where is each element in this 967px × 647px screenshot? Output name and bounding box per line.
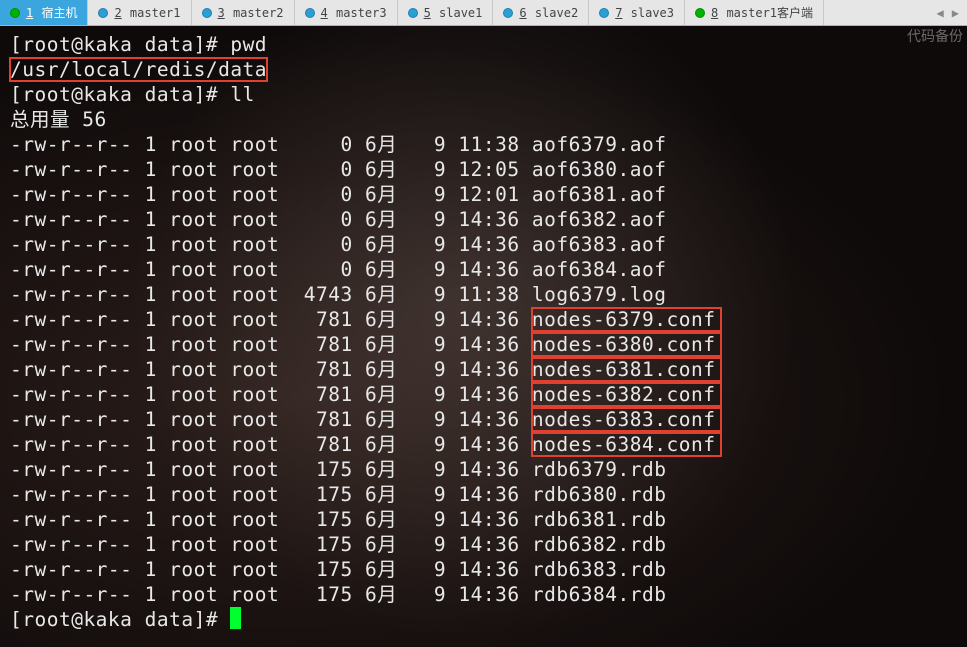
ls-row: -rw-r--r-- 1 root root 0 6月 9 14:36 aof6… bbox=[10, 207, 959, 232]
ls-row: -rw-r--r-- 1 root root 781 6月 9 14:36 no… bbox=[10, 382, 959, 407]
tabs-scroll-left-icon[interactable]: ◀ bbox=[937, 6, 944, 20]
status-dot-icon bbox=[408, 8, 418, 18]
tab-slave1[interactable]: 5 slave1 bbox=[398, 0, 494, 25]
total-line: 总用量 56 bbox=[10, 107, 959, 132]
prompt-line-active: [root@kaka data]# bbox=[10, 607, 959, 632]
cwd-line: /usr/local/redis/data bbox=[10, 57, 959, 82]
ls-row: -rw-r--r-- 1 root root 175 6月 9 14:36 rd… bbox=[10, 507, 959, 532]
ls-row: -rw-r--r-- 1 root root 175 6月 9 14:36 rd… bbox=[10, 457, 959, 482]
tab-bar: 1 宿主机 2 master1 3 master2 4 master3 5 slave1… bbox=[0, 0, 967, 26]
file-name: nodes-6380.conf bbox=[532, 333, 722, 356]
tab-slave2[interactable]: 6 slave2 bbox=[493, 0, 589, 25]
file-name: rdb6383.rdb bbox=[532, 558, 667, 581]
tab-master3[interactable]: 4 master3 bbox=[295, 0, 398, 25]
file-name: aof6379.aof bbox=[532, 133, 667, 156]
ls-row: -rw-r--r-- 1 root root 175 6月 9 14:36 rd… bbox=[10, 532, 959, 557]
tab-label: 6 slave2 bbox=[519, 6, 578, 20]
ls-row: -rw-r--r-- 1 root root 0 6月 9 12:05 aof6… bbox=[10, 157, 959, 182]
status-dot-icon bbox=[503, 8, 513, 18]
terminal[interactable]: [root@kaka data]# pwd/usr/local/redis/da… bbox=[0, 26, 967, 647]
file-name: nodes-6381.conf bbox=[532, 358, 722, 381]
status-dot-icon bbox=[305, 8, 315, 18]
ls-row: -rw-r--r-- 1 root root 0 6月 9 14:36 aof6… bbox=[10, 257, 959, 282]
file-name: rdb6382.rdb bbox=[532, 533, 667, 556]
ls-row: -rw-r--r-- 1 root root 175 6月 9 14:36 rd… bbox=[10, 482, 959, 507]
cwd-path: /usr/local/redis/data bbox=[10, 58, 267, 81]
file-name: nodes-6382.conf bbox=[532, 383, 722, 406]
file-name: aof6383.aof bbox=[532, 233, 667, 256]
ls-row: -rw-r--r-- 1 root root 4743 6月 9 11:38 l… bbox=[10, 282, 959, 307]
file-name: rdb6384.rdb bbox=[532, 583, 667, 606]
tab-master2[interactable]: 3 master2 bbox=[192, 0, 295, 25]
file-name: rdb6381.rdb bbox=[532, 508, 667, 531]
ls-row: -rw-r--r-- 1 root root 0 6月 9 14:36 aof6… bbox=[10, 232, 959, 257]
tab-label: 3 master2 bbox=[218, 6, 284, 20]
ls-row: -rw-r--r-- 1 root root 175 6月 9 14:36 rd… bbox=[10, 557, 959, 582]
file-name: rdb6380.rdb bbox=[532, 483, 667, 506]
tabs-scroll-right-icon[interactable]: ▶ bbox=[952, 6, 959, 20]
ls-row: -rw-r--r-- 1 root root 781 6月 9 14:36 no… bbox=[10, 307, 959, 332]
ls-row: -rw-r--r-- 1 root root 781 6月 9 14:36 no… bbox=[10, 357, 959, 382]
tab-宿主机[interactable]: 1 宿主机 bbox=[0, 0, 88, 25]
ls-row: -rw-r--r-- 1 root root 175 6月 9 14:36 rd… bbox=[10, 582, 959, 607]
ls-row: -rw-r--r-- 1 root root 0 6月 9 12:01 aof6… bbox=[10, 182, 959, 207]
file-name: nodes-6383.conf bbox=[532, 408, 722, 431]
file-name: aof6381.aof bbox=[532, 183, 667, 206]
file-name: aof6382.aof bbox=[532, 208, 667, 231]
ls-row: -rw-r--r-- 1 root root 781 6月 9 14:36 no… bbox=[10, 432, 959, 457]
tab-label: 8 master1客户端 bbox=[711, 4, 813, 21]
watermark-label: 代码备份 bbox=[907, 26, 963, 46]
status-dot-icon bbox=[202, 8, 212, 18]
tab-label: 2 master1 bbox=[114, 6, 180, 20]
status-dot-icon bbox=[599, 8, 609, 18]
ls-row: -rw-r--r-- 1 root root 781 6月 9 14:36 no… bbox=[10, 332, 959, 357]
file-name: rdb6379.rdb bbox=[532, 458, 667, 481]
prompt-line-pwd: [root@kaka data]# pwd bbox=[10, 32, 959, 57]
tab-scroll-controls: ◀▶ bbox=[929, 0, 967, 25]
tab-label: 1 宿主机 bbox=[26, 4, 77, 21]
file-name: nodes-6384.conf bbox=[532, 433, 722, 456]
tab-label: 5 slave1 bbox=[424, 6, 483, 20]
tab-master1客户端[interactable]: 8 master1客户端 bbox=[685, 0, 824, 25]
tab-slave3[interactable]: 7 slave3 bbox=[589, 0, 685, 25]
tab-label: 4 master3 bbox=[321, 6, 387, 20]
file-name: log6379.log bbox=[532, 283, 667, 306]
prompt-line-ll: [root@kaka data]# ll bbox=[10, 82, 959, 107]
file-name: nodes-6379.conf bbox=[532, 308, 722, 331]
file-name: aof6384.aof bbox=[532, 258, 667, 281]
cursor bbox=[230, 607, 241, 629]
tab-label: 7 slave3 bbox=[615, 6, 674, 20]
tab-master1[interactable]: 2 master1 bbox=[88, 0, 191, 25]
status-dot-icon bbox=[695, 8, 705, 18]
ls-row: -rw-r--r-- 1 root root 0 6月 9 11:38 aof6… bbox=[10, 132, 959, 157]
ls-row: -rw-r--r-- 1 root root 781 6月 9 14:36 no… bbox=[10, 407, 959, 432]
status-dot-icon bbox=[10, 8, 20, 18]
file-name: aof6380.aof bbox=[532, 158, 667, 181]
status-dot-icon bbox=[98, 8, 108, 18]
